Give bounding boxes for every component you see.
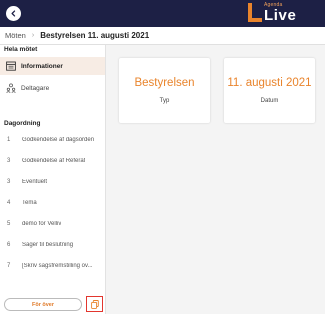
agenda-item-number: 5 bbox=[7, 221, 11, 227]
logo-big-text: Live bbox=[264, 7, 297, 24]
participants-icon bbox=[5, 83, 16, 93]
main-content: Bestyrelsen Typ 11. augusti 2021 Datum bbox=[106, 45, 325, 314]
agenda-item-label: demo for Velliv bbox=[22, 221, 62, 227]
agenda-item-number: 4 bbox=[7, 200, 11, 206]
info-card-date: 11. augusti 2021 Datum bbox=[224, 58, 315, 123]
back-button[interactable] bbox=[6, 6, 21, 21]
breadcrumb-separator: › bbox=[31, 32, 35, 39]
agenda-item-label: Sager til beslutning bbox=[22, 242, 74, 248]
sidebar-item-label: Informationer bbox=[21, 62, 63, 70]
section-title-meeting: Hela mötet bbox=[4, 46, 38, 53]
transfer-lead-button[interactable]: För över bbox=[4, 298, 82, 311]
agenda-item-label: Tema bbox=[22, 200, 37, 206]
sidebar-item-deltagare[interactable]: Deltagare bbox=[0, 79, 105, 97]
agenda-item[interactable]: 6 Sager til beslutning bbox=[0, 239, 105, 251]
agenda-item-label: Godkendelse af Referat bbox=[22, 158, 86, 164]
agenda-item-label: Godkendelse af dagsorden bbox=[22, 137, 95, 143]
agenda-item-number: 1 bbox=[7, 137, 11, 143]
card-label: Datum bbox=[260, 98, 279, 104]
agenda-item-number: 3 bbox=[7, 158, 11, 164]
card-value: 11. augusti 2021 bbox=[227, 77, 312, 89]
card-label: Typ bbox=[159, 98, 170, 104]
agenda-live-logo: Agenda Live bbox=[248, 1, 318, 25]
breadcrumb-current: Bestyrelsen 11. augusti 2021 bbox=[40, 31, 150, 40]
card-value: Bestyrelsen bbox=[134, 77, 195, 89]
agenda-item[interactable]: 3 Eventuelt bbox=[0, 176, 105, 188]
chevron-left-icon bbox=[11, 10, 16, 17]
sidebar-item-informationer[interactable]: Informationer bbox=[0, 57, 105, 75]
agenda-item[interactable]: 3 Godkendelse af Referat bbox=[0, 155, 105, 167]
agenda-item-label: Eventuelt bbox=[22, 179, 48, 185]
copy-button[interactable] bbox=[86, 296, 103, 312]
sidebar-item-label: Deltagare bbox=[21, 84, 50, 92]
breadcrumb-root-link[interactable]: Möten bbox=[5, 31, 26, 40]
agenda-item[interactable]: 5 demo for Velliv bbox=[0, 218, 105, 230]
sidebar: Hela mötet Informationer Deltagare Dagor… bbox=[0, 45, 106, 314]
breadcrumb: Möten › Bestyrelsen 11. augusti 2021 bbox=[0, 27, 325, 45]
agenda-item-number: 6 bbox=[7, 242, 11, 248]
agenda-item-label: [Skriv sagsfremstilling ov... bbox=[22, 263, 93, 269]
logo-mark-icon bbox=[248, 3, 262, 22]
copy-icon bbox=[90, 299, 99, 309]
agenda-item-number: 7 bbox=[7, 263, 11, 269]
section-title-agenda: Dagordning bbox=[4, 120, 41, 127]
agenda-item[interactable]: 7 [Skriv sagsfremstilling ov... bbox=[0, 260, 105, 272]
agenda-item[interactable]: 4 Tema bbox=[0, 197, 105, 209]
info-card-type: Bestyrelsen Typ bbox=[119, 58, 210, 123]
top-bar: Agenda Live bbox=[0, 0, 325, 27]
calendar-icon bbox=[5, 61, 16, 71]
agenda-item-number: 3 bbox=[7, 179, 11, 185]
agenda-item[interactable]: 1 Godkendelse af dagsorden bbox=[0, 134, 105, 146]
